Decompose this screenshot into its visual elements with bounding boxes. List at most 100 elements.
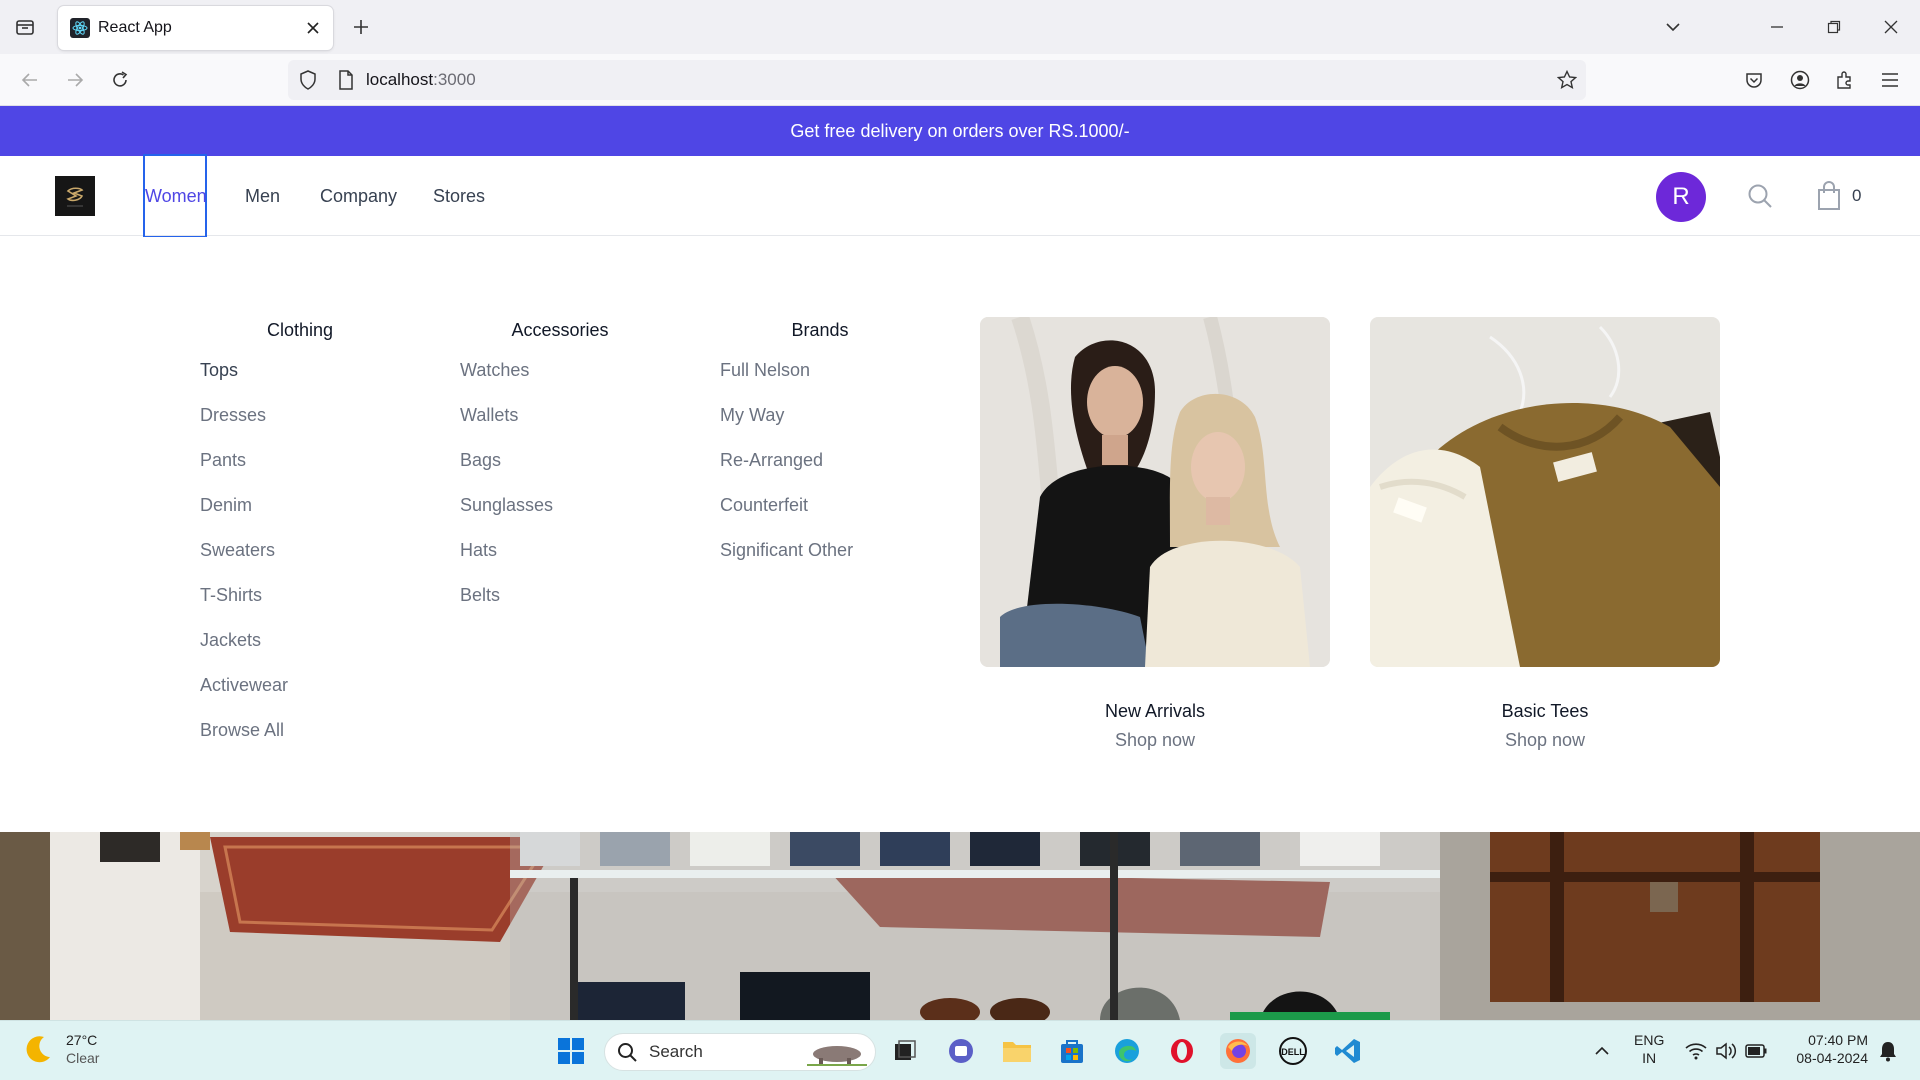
feature-name[interactable]: New Arrivals [980, 701, 1330, 722]
browser-nav-bar: localhost:3000 [0, 54, 1920, 106]
menu-link-belts[interactable]: Belts [460, 582, 660, 627]
menu-link-jackets[interactable]: Jackets [200, 627, 400, 672]
windows-taskbar: 27°C Clear Search DELL ENG IN 07:40 PM 0… [0, 1020, 1920, 1080]
notification-bell-icon[interactable] [1870, 1033, 1906, 1069]
back-icon[interactable] [14, 64, 46, 96]
svg-text:DELL: DELL [1281, 1047, 1305, 1057]
menu-link-sunglasses[interactable]: Sunglasses [460, 492, 660, 537]
column-title: Clothing [266, 320, 334, 340]
basic-tees-image[interactable] [1370, 317, 1720, 667]
opera-icon[interactable] [1164, 1033, 1200, 1069]
menu-link-tshirts[interactable]: T-Shirts [200, 582, 400, 627]
minimize-icon[interactable] [1762, 12, 1792, 42]
weather-widget[interactable]: 27°C Clear [22, 1031, 99, 1067]
microsoft-store-icon[interactable] [1054, 1033, 1090, 1069]
cart-count: 0 [1852, 186, 1862, 205]
menu-link-watches[interactable]: Watches [460, 357, 660, 402]
browser-tab-active[interactable]: React App [58, 6, 333, 50]
forward-icon[interactable] [59, 64, 91, 96]
menu-link-my-way[interactable]: My Way [720, 402, 920, 447]
user-avatar[interactable]: R [1656, 172, 1706, 222]
firefox-icon[interactable] [1220, 1033, 1256, 1069]
reload-icon[interactable] [104, 64, 136, 96]
shopping-bag-icon [1818, 181, 1840, 210]
clothing-column: Clothing Tops Dresses Pants Denim Sweate… [200, 320, 400, 762]
menu-link-hats[interactable]: Hats [460, 537, 660, 582]
feature-basic-tees[interactable]: Basic Tees Shop now [1370, 317, 1720, 751]
extensions-icon[interactable] [1829, 64, 1861, 96]
shop-now-link[interactable]: Shop now [980, 730, 1330, 751]
chevron-down-icon[interactable] [1658, 12, 1688, 42]
clock[interactable]: 07:40 PM 08-04-2024 [1784, 1031, 1868, 1067]
tab-title: React App [98, 19, 172, 36]
shop-now-link[interactable]: Shop now [1370, 730, 1720, 751]
feature-name[interactable]: Basic Tees [1370, 701, 1720, 722]
account-icon[interactable] [1784, 64, 1816, 96]
nav-women[interactable]: Women [143, 154, 207, 238]
menu-link-re-arranged[interactable]: Re-Arranged [720, 447, 920, 492]
nav-stores[interactable]: Stores [433, 156, 485, 236]
feature-new-arrivals[interactable]: New Arrivals Shop now [980, 317, 1330, 751]
menu-link-activewear[interactable]: Activewear [200, 672, 400, 717]
search-highlight-icon [807, 1046, 867, 1066]
url-host: localhost [366, 70, 434, 89]
clock-time: 07:40 PM [1808, 1032, 1868, 1048]
task-view-icon[interactable] [887, 1033, 923, 1069]
shield-icon[interactable] [296, 68, 320, 92]
promo-text: Get free delivery on orders over RS.1000… [790, 120, 1130, 141]
promo-banner: Get free delivery on orders over RS.1000… [0, 106, 1920, 156]
menu-link-counterfeit[interactable]: Counterfeit [720, 492, 920, 537]
weather-temperature: 27°C [66, 1032, 98, 1048]
menu-link-bags[interactable]: Bags [460, 447, 660, 492]
new-arrivals-image[interactable] [980, 317, 1330, 667]
menu-link-denim[interactable]: Denim [200, 492, 400, 537]
moon-icon [26, 1036, 50, 1063]
window-close-icon[interactable] [1876, 12, 1906, 42]
teams-chat-icon[interactable] [943, 1033, 979, 1069]
brands-column: Brands Full Nelson My Way Re-Arranged Co… [720, 320, 920, 582]
region-code: IN [1642, 1050, 1657, 1066]
bookmark-star-icon[interactable] [1554, 67, 1580, 93]
pocket-icon[interactable] [1738, 64, 1770, 96]
menu-link-tops[interactable]: Tops [200, 357, 400, 402]
windows-start-icon[interactable] [553, 1033, 589, 1069]
menu-link-wallets[interactable]: Wallets [460, 402, 660, 447]
cart-button[interactable]: 0 [1816, 178, 1861, 214]
menu-link-browse-all[interactable]: Browse All [200, 717, 400, 762]
browser-tab-bar: React App [0, 0, 1920, 54]
taskbar-search[interactable]: Search [604, 1033, 876, 1071]
restore-icon[interactable] [1819, 12, 1849, 42]
menu-link-sweaters[interactable]: Sweaters [200, 537, 400, 582]
menu-link-dresses[interactable]: Dresses [200, 402, 400, 447]
site-header: Women Men Company Stores R 0 [0, 154, 1920, 238]
url-port: :3000 [433, 70, 476, 89]
url-text[interactable]: localhost:3000 [366, 70, 476, 90]
hero-store-image [0, 832, 1920, 1020]
brand-logo[interactable] [55, 176, 95, 216]
battery-icon[interactable] [1738, 1033, 1774, 1069]
search-icon[interactable] [1744, 180, 1776, 212]
women-mega-menu: Clothing Tops Dresses Pants Denim Sweate… [0, 237, 1920, 832]
nav-company[interactable]: Company [320, 156, 397, 236]
file-explorer-icon[interactable] [999, 1033, 1035, 1069]
tab-list-icon[interactable] [10, 12, 40, 42]
column-title: Brands [791, 320, 849, 340]
new-tab-icon[interactable] [346, 12, 376, 42]
taskbar-search-placeholder: Search [649, 1042, 703, 1061]
dell-icon[interactable]: DELL [1275, 1033, 1311, 1069]
edge-browser-icon[interactable] [1109, 1033, 1145, 1069]
menu-hamburger-icon[interactable] [1874, 64, 1906, 96]
menu-link-significant-other[interactable]: Significant Other [720, 537, 920, 582]
menu-link-pants[interactable]: Pants [200, 447, 400, 492]
accessories-column: Accessories Watches Wallets Bags Sunglas… [460, 320, 660, 627]
vscode-icon[interactable] [1330, 1033, 1366, 1069]
page-icon[interactable] [334, 68, 358, 92]
weather-condition: Clear [66, 1050, 100, 1066]
close-icon[interactable] [299, 14, 327, 42]
menu-link-full-nelson[interactable]: Full Nelson [720, 357, 920, 402]
nav-men[interactable]: Men [245, 156, 280, 236]
column-title: Accessories [511, 320, 609, 340]
chevron-up-icon[interactable] [1584, 1033, 1620, 1069]
language-indicator[interactable]: ENG IN [1634, 1031, 1664, 1067]
url-bar[interactable]: localhost:3000 [288, 60, 1586, 100]
